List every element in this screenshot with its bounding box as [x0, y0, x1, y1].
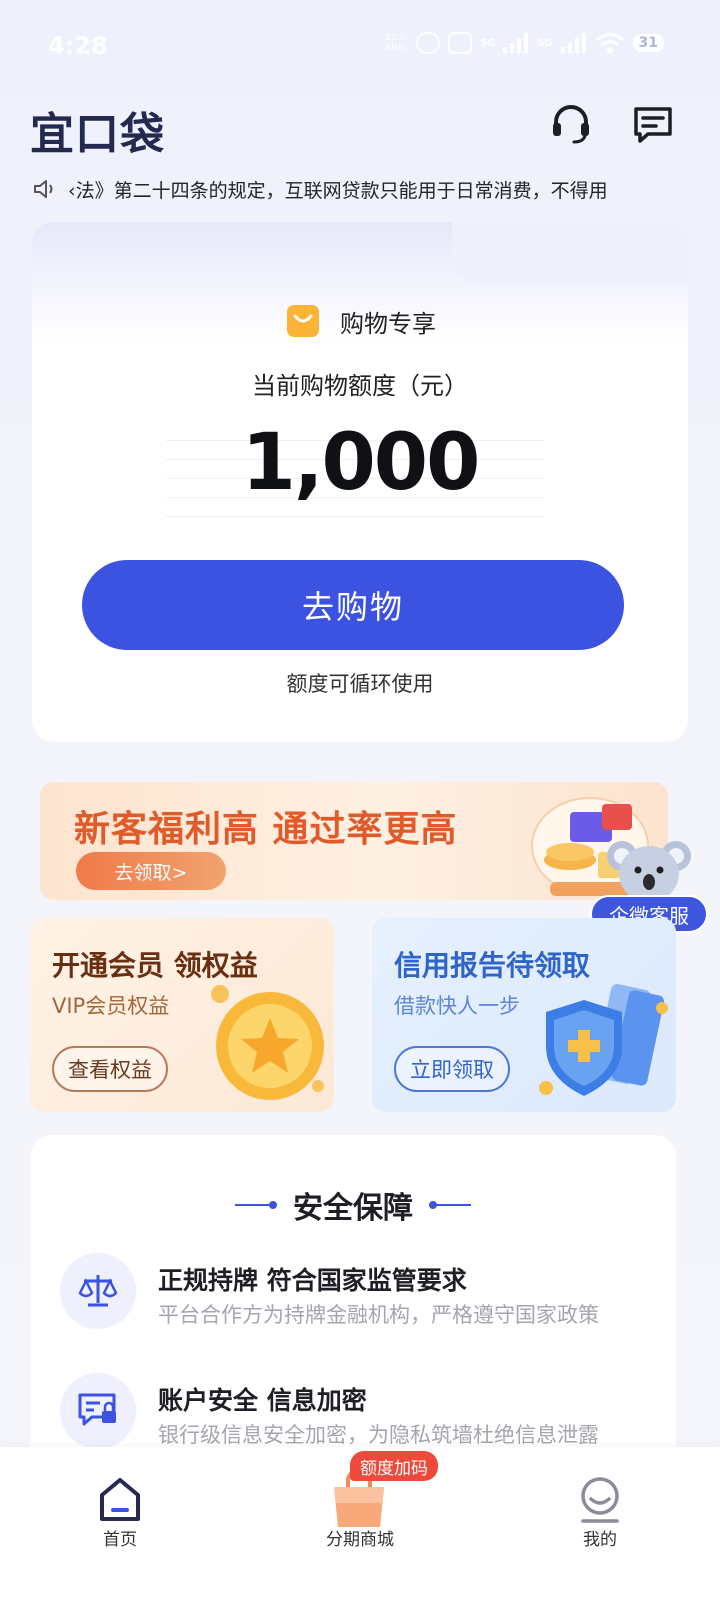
new-customer-banner[interactable]: 新客福利高 通过率更高 去领取> — [40, 782, 668, 900]
security-item-desc: 银行级信息安全加密，为隐私筑墙杜绝信息泄露 — [158, 1423, 599, 1447]
limit-value: 1,000 — [241, 418, 481, 508]
nav-label-mine: 我的 — [583, 1530, 617, 1550]
notice-bar[interactable]: ‹法》第二十四条的规定，互联网贷款只能用于日常消费，不得用 — [32, 172, 688, 206]
message-button[interactable] — [632, 104, 674, 144]
network-speed: 21.0 KB/s — [382, 33, 408, 53]
claim-now-button[interactable]: 立即领取 — [394, 1046, 510, 1092]
banner-claim-button[interactable]: 去领取> — [76, 852, 226, 890]
nav-label-mall: 分期商城 — [326, 1530, 394, 1550]
wifi-icon — [595, 33, 624, 53]
limit-note: 额度可循环使用 — [286, 672, 434, 696]
star-coin-icon — [211, 985, 324, 1100]
shield-icon — [539, 984, 668, 1096]
card-title-row: 购物专享 — [32, 302, 688, 340]
alarm-icon — [416, 32, 441, 54]
signal-5g-label: 5G — [480, 37, 496, 49]
banner-title: 新客福利高 通过率更高 — [74, 809, 458, 850]
vip-subtitle: VIP会员权益 — [52, 994, 170, 1018]
security-item-desc: 平台合作方为持牌金融机构，严格遵守国家政策 — [158, 1303, 599, 1327]
limit-label: 当前购物额度（元） — [252, 372, 468, 400]
speaker-icon — [34, 180, 53, 198]
nav-item-mall[interactable]: 额度加码 分期商城 — [280, 1447, 440, 1600]
credit-report-subtitle: 借款快人一步 — [394, 994, 520, 1018]
shopping-limit-card: 购物专享 当前购物额度（元） 1,000 去购物 额度可循环使用 — [32, 222, 688, 742]
card-title: 购物专享 — [340, 309, 436, 338]
card-tab-notch — [452, 222, 688, 284]
scale-icon — [60, 1253, 136, 1329]
signal-bars-icon — [503, 33, 529, 53]
bottom-navigation: 首页 额度加码 分期商城 我的 — [0, 1447, 720, 1600]
security-item-title: 正规持牌 符合国家监管要求 — [158, 1266, 467, 1295]
security-section: 安全保障 正规持牌 符合国家监管要求 平台合作方为持牌金融机构，严格遵守国家政策 — [30, 1135, 676, 1465]
security-heading: 安全保障 — [293, 1191, 413, 1226]
signal-5g-label-2: 5G — [537, 37, 553, 49]
status-time: 4:28 — [48, 32, 108, 60]
customer-service-button[interactable] — [550, 103, 592, 145]
profile-icon — [581, 1477, 619, 1523]
secure-message-icon — [60, 1373, 136, 1449]
network-speed-value: 21.0 — [385, 33, 406, 43]
credit-report-promo-card[interactable]: 信用报告待领取 借款快人一步 立即领取 — [372, 918, 676, 1112]
shopping-bag-icon — [287, 305, 319, 337]
security-item-licensed: 正规持牌 符合国家监管要求 平台合作方为持牌金融机构，严格遵守国家政策 — [60, 1253, 660, 1333]
go-shopping-button[interactable]: 去购物 — [82, 560, 624, 650]
status-bar: 4:28 21.0 KB/s 5G 5G 31 — [0, 0, 720, 90]
message-icon — [634, 107, 672, 143]
network-speed-unit: KB/s — [385, 43, 406, 53]
headset-icon — [553, 105, 589, 144]
heading-left-decoration — [235, 1201, 277, 1209]
vip-promo-card[interactable]: 开通会员 领权益 VIP会员权益 查看权益 — [30, 918, 334, 1112]
app-logo: 宜口袋 — [30, 109, 165, 160]
heading-right-decoration — [429, 1201, 471, 1209]
nav-item-mine[interactable]: 我的 — [520, 1447, 680, 1600]
nav-item-home[interactable]: 首页 — [40, 1447, 200, 1600]
status-icons: 21.0 KB/s 5G 5G 31 — [382, 32, 664, 54]
mute-icon — [448, 32, 473, 54]
notice-text: ‹法》第二十四条的规定，互联网贷款只能用于日常消费，不得用 — [68, 179, 608, 202]
view-benefits-button[interactable]: 查看权益 — [52, 1046, 168, 1092]
security-item-encryption: 账户安全 信息加密 银行级信息安全加密，为隐私筑墙杜绝信息泄露 — [60, 1373, 660, 1453]
security-item-title: 账户安全 信息加密 — [158, 1386, 367, 1415]
nav-label-home: 首页 — [103, 1530, 137, 1550]
battery-level: 31 — [632, 34, 664, 52]
security-heading-row: 安全保障 — [30, 1183, 676, 1227]
home-icon — [100, 1478, 140, 1521]
credit-boost-badge: 额度加码 — [350, 1451, 438, 1481]
signal-bars-icon-2 — [560, 33, 586, 53]
